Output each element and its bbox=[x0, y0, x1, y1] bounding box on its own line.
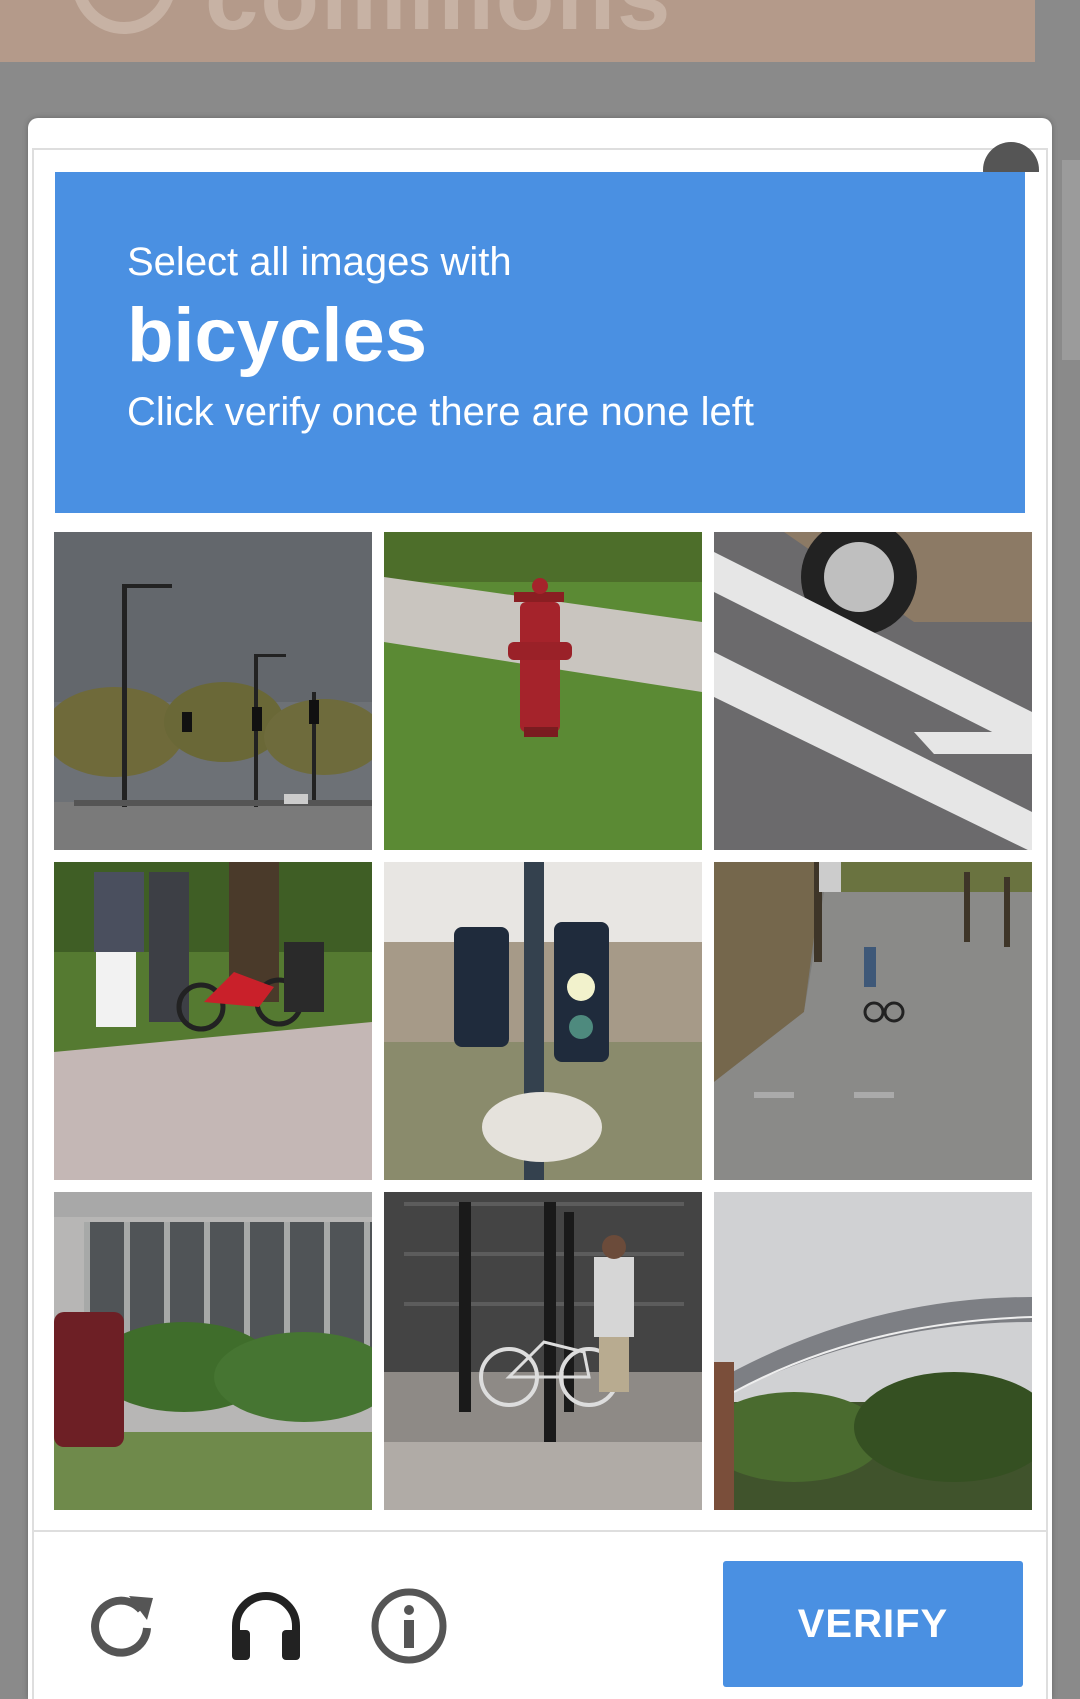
footer-divider bbox=[32, 1530, 1048, 1532]
info-button[interactable] bbox=[369, 1586, 449, 1666]
instruction-banner: Select all images with bicycles Click ve… bbox=[55, 172, 1025, 513]
image-tile-2[interactable] bbox=[384, 532, 702, 850]
background-banner: commons bbox=[0, 0, 1035, 62]
image-tile-6[interactable] bbox=[714, 862, 1032, 1180]
audio-challenge-button[interactable] bbox=[226, 1586, 306, 1666]
image-tile-1[interactable] bbox=[54, 532, 372, 850]
image-grid bbox=[54, 532, 1034, 1510]
headphones-icon bbox=[232, 1592, 300, 1660]
image-tile-9[interactable] bbox=[714, 1192, 1032, 1510]
verify-button[interactable]: VERIFY bbox=[723, 1561, 1023, 1687]
image-tile-4[interactable] bbox=[54, 862, 372, 1180]
banner-title: commons bbox=[205, 0, 672, 52]
reload-button[interactable] bbox=[83, 1586, 163, 1666]
instruction-prefix: Select all images with bbox=[127, 240, 512, 284]
instruction-keyword: bicycles bbox=[127, 293, 427, 378]
image-tile-8[interactable] bbox=[384, 1192, 702, 1510]
instruction-suffix: Click verify once there are none left bbox=[127, 390, 754, 434]
background-card-edge bbox=[1062, 160, 1080, 360]
image-tile-5[interactable] bbox=[384, 862, 702, 1180]
reload-icon bbox=[91, 1596, 153, 1657]
captcha-toolbar: VERIFY bbox=[0, 1534, 1080, 1699]
image-tile-3[interactable] bbox=[714, 532, 1032, 850]
image-tile-7[interactable] bbox=[54, 1192, 372, 1510]
info-icon bbox=[371, 1588, 447, 1664]
close-icon[interactable] bbox=[983, 142, 1039, 172]
commons-logo bbox=[72, 0, 176, 34]
